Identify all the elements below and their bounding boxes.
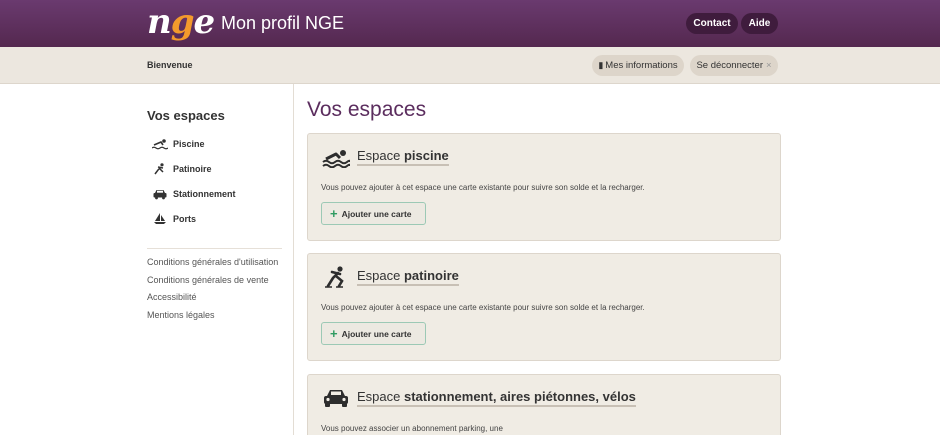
sidebar-item-ports[interactable]: Ports [147,206,287,231]
page-title: Vos espaces [307,98,427,121]
card-title: Espace piscine [357,148,449,166]
swimmer-icon [152,138,168,149]
card-piscine: Espace piscine Vous pouvez ajouter à cet… [307,133,781,241]
sidebar-item-label: Patinoire [173,163,212,174]
plus-icon: + [330,206,338,221]
card-description: Vous pouvez ajouter à cet espace une car… [321,183,645,192]
document-icon: ▮ [598,60,604,70]
card-description: Vous pouvez associer un abonnement parki… [321,424,503,433]
add-card-button[interactable]: + Ajouter une carte [321,322,426,345]
sidebar-item-label: Ports [173,213,197,224]
card-patinoire: Espace patinoire Vous pouvez ajouter à c… [307,253,781,361]
card-title: Espace patinoire [357,268,459,286]
car-icon [153,189,167,199]
link-cgv[interactable]: Conditions générales de vente [147,275,287,293]
add-card-label: Ajouter une carte [341,329,412,339]
swimmer-icon [322,150,350,168]
skater-icon [325,266,344,288]
sailboat-icon [154,212,166,224]
link-mentions-legales[interactable]: Mentions légales [147,310,287,328]
sidebar-item-label: Stationnement [173,188,236,199]
column-divider [293,84,294,435]
sub-header: Bienvenue ▮ Mes informations Se déconnect… [0,47,940,84]
link-cgu[interactable]: Conditions générales d'utilisation [147,257,287,275]
card-description: Vous pouvez ajouter à cet espace une car… [321,303,645,312]
sidebar-title: Vos espaces [147,108,225,123]
add-card-button[interactable]: + Ajouter une carte [321,202,426,225]
aide-button[interactable]: Aide [741,13,778,34]
app-title: Mon profil NGE [221,13,345,33]
logout-button[interactable]: Se déconnecter × [690,55,778,76]
mes-informations-button[interactable]: ▮ Mes informations [592,55,684,76]
plus-icon: + [330,326,338,341]
mes-informations-label: Mes informations [605,60,678,71]
sidebar-item-piscine[interactable]: Piscine [147,131,287,156]
top-header: nge Mon profil NGE Contact Aide [0,0,940,47]
sidebar-item-stationnement[interactable]: Stationnement [147,181,287,206]
skater-icon [154,162,164,174]
add-card-label: Ajouter une carte [341,209,412,219]
car-icon [324,390,348,407]
card-title: Espace stationnement, aires piétonnes, v… [357,389,636,407]
close-icon: × [765,60,772,71]
welcome-text: Bienvenue [147,60,193,70]
logout-label: Se déconnecter [696,60,763,71]
sidebar: Vos espaces Piscine Patinoire Stationnem… [147,108,287,327]
sidebar-divider [147,248,282,249]
nge-logo[interactable]: nge [147,2,215,42]
link-accessibilite[interactable]: Accessibilité [147,292,287,310]
sidebar-item-label: Piscine [173,138,205,149]
card-stationnement: Espace stationnement, aires piétonnes, v… [307,374,781,435]
sidebar-item-patinoire[interactable]: Patinoire [147,156,287,181]
contact-button[interactable]: Contact [686,13,738,34]
